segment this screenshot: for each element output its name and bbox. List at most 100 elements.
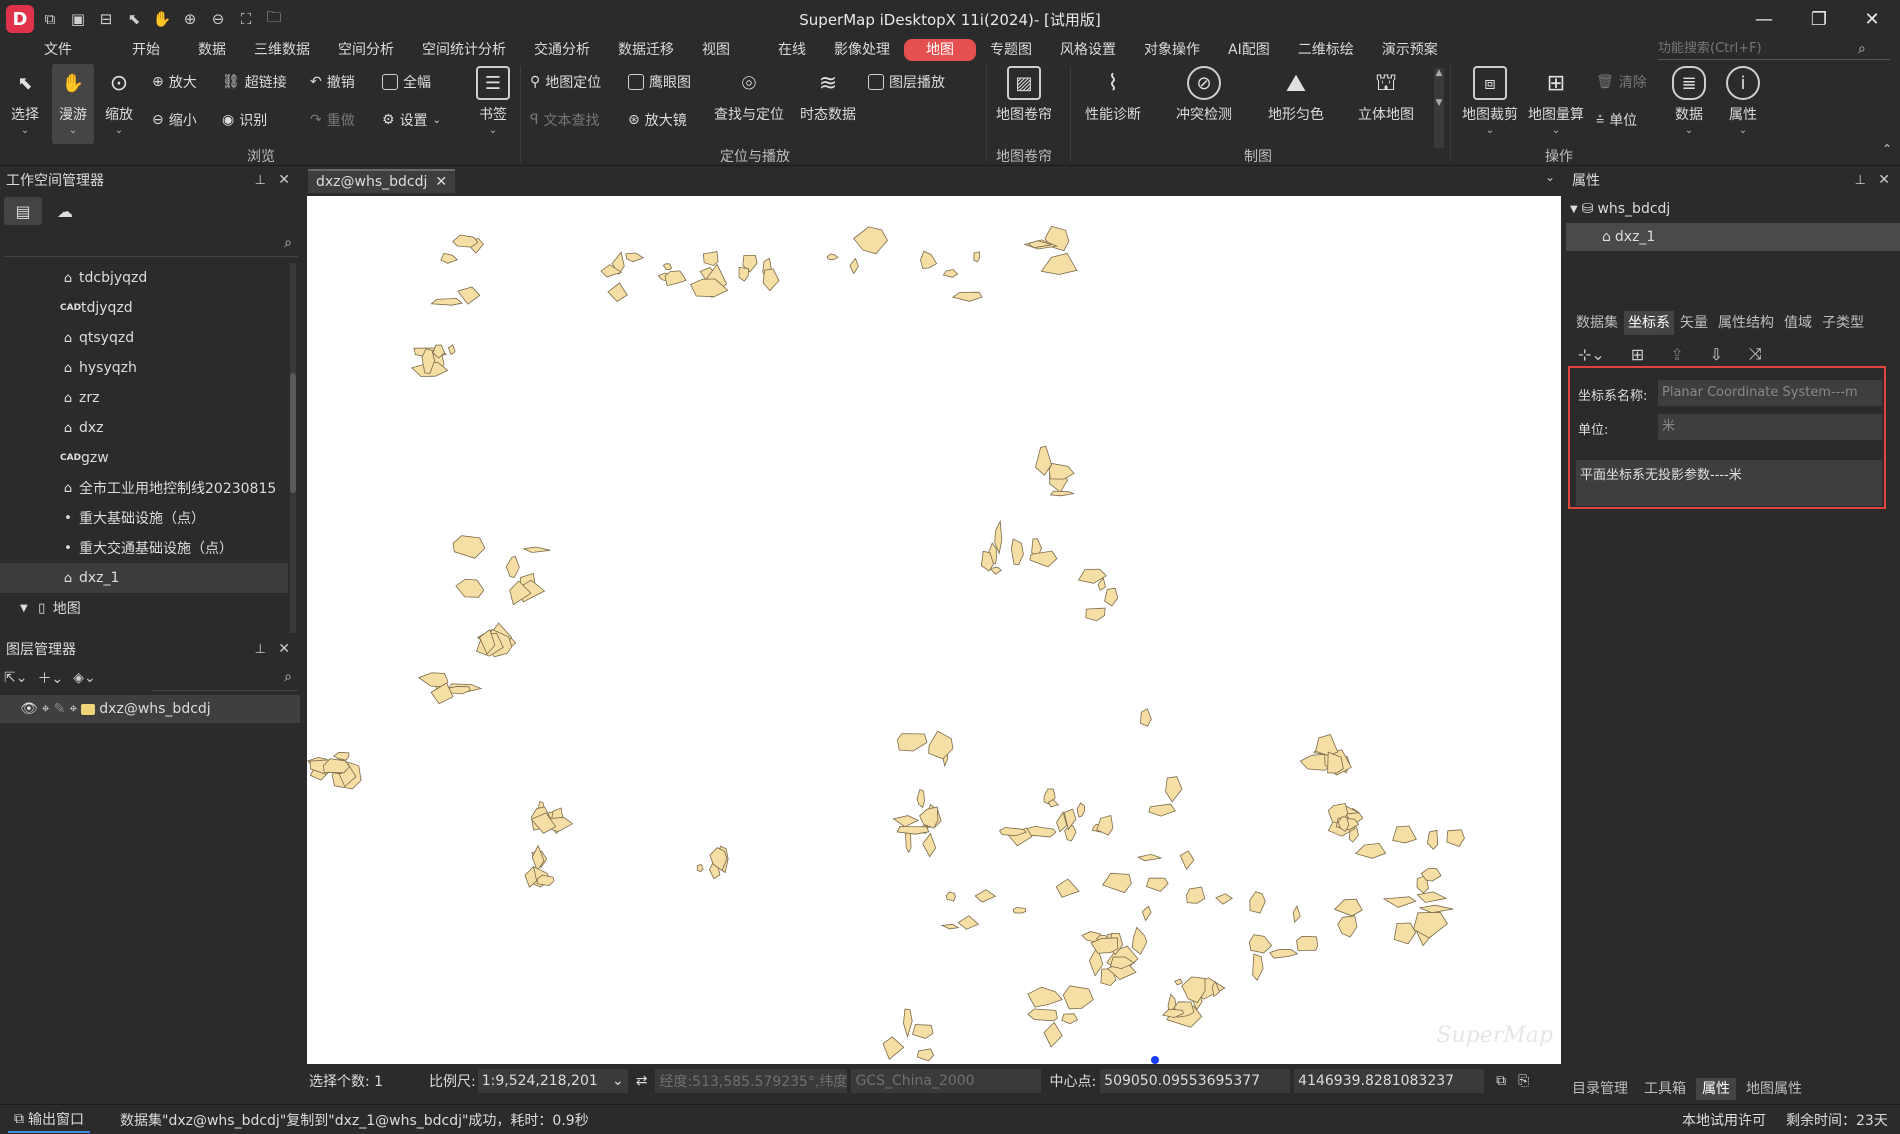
text-find-button[interactable]: ꟼ 文本查找 (530, 110, 599, 130)
parcel-polygon[interactable] (951, 291, 983, 302)
unit-button[interactable]: ⩮ 单位 (1596, 110, 1637, 130)
menu-tab-spatial-stats[interactable]: 空间统计分析 (408, 39, 520, 61)
pin-icon[interactable]: ⊥ (255, 642, 266, 657)
menu-tab-map[interactable]: 地图 (904, 39, 976, 61)
identify-button[interactable]: ◉ 识别 (222, 110, 267, 130)
full-extent-icon[interactable]: ⛶ (234, 7, 258, 31)
parcel-polygon[interactable] (1139, 708, 1152, 727)
parcel-polygon[interactable] (892, 815, 920, 828)
search-icon[interactable]: ⌕ (284, 669, 292, 685)
parcel-polygon[interactable] (1027, 1008, 1058, 1022)
menu-tab-start[interactable]: 开始 (118, 39, 174, 61)
center-y-input[interactable]: 4146939.8281083237 (1294, 1069, 1485, 1093)
parcel-polygon[interactable] (1382, 896, 1417, 908)
scrollbar[interactable] (290, 263, 296, 633)
parcel-polygon[interactable] (1062, 985, 1094, 1010)
menu-tab-ai[interactable]: AI配图 (1214, 39, 1284, 61)
layer-play-button[interactable]: 图层播放 (868, 72, 945, 92)
parcel-polygon[interactable] (607, 282, 628, 303)
parcel-polygon[interactable] (1215, 893, 1233, 905)
tree-item[interactable]: ⌂ dxz (0, 413, 288, 443)
shuffle-icon[interactable]: ⤨ (1749, 344, 1762, 364)
document-tab[interactable]: dxz@whs_bdcdj ✕ (308, 169, 456, 193)
parcel-polygon[interactable] (1061, 1013, 1079, 1025)
parcel-polygon[interactable] (531, 844, 545, 872)
parcel-polygon[interactable] (447, 344, 456, 356)
map-scroll-button[interactable]: ▨ 地图卷帘 (996, 66, 1052, 124)
tree-item[interactable]: ▼ ▯ 地图 (0, 593, 288, 623)
pin-icon[interactable]: ⊥ (255, 173, 266, 188)
parcel-polygon[interactable] (849, 257, 859, 275)
zoom-out-button[interactable]: ⊖ 缩小 (152, 110, 197, 130)
parcel-polygon[interactable] (853, 226, 888, 255)
zoom-in-icon[interactable]: ⊕ (178, 7, 202, 31)
parcel-polygon[interactable] (1252, 953, 1264, 982)
parcel-polygon[interactable] (1446, 829, 1465, 847)
parcel-polygon[interactable] (1085, 607, 1106, 622)
expand-triangle-icon[interactable]: ▼ (1570, 204, 1578, 215)
parcel-polygon[interactable] (989, 566, 1002, 575)
parcel-polygon[interactable] (1048, 463, 1075, 480)
parcel-polygon[interactable] (1027, 986, 1063, 1008)
dock-tab[interactable]: 地图属性 (1740, 1078, 1808, 1100)
properties-tab[interactable]: 属性结构 (1714, 311, 1778, 335)
tree-item[interactable]: ⌂ tdcbjyqzd (0, 263, 288, 293)
visibility-eye-icon[interactable]: 👁 (20, 701, 38, 717)
tree-item[interactable]: ⌂ hysyqzh (0, 353, 288, 383)
parcel-polygon[interactable] (826, 253, 839, 261)
parcel-polygon[interactable] (430, 297, 463, 306)
properties-tab[interactable]: 值域 (1780, 311, 1816, 335)
snap-icon[interactable]: ⌖ (69, 701, 77, 717)
close-icon[interactable]: ✕ (278, 172, 290, 188)
tree-item[interactable]: • 重大交通基础设施（点） (0, 533, 288, 563)
unit-field[interactable]: 米 (1658, 414, 1882, 440)
menu-tab-spatial-analysis[interactable]: 空间分析 (324, 39, 408, 61)
properties-tab[interactable]: 矢量 (1676, 311, 1712, 335)
workspace-search[interactable]: ⌕ (4, 231, 298, 257)
attributes-button[interactable]: i 属性 ⌄ (1726, 66, 1760, 136)
tree-item[interactable]: CAD gzw (0, 443, 288, 473)
pan-button[interactable]: ✋ 漫游 ⌄ (52, 64, 94, 144)
parcel-polygon[interactable] (1337, 915, 1358, 938)
close-icon[interactable]: ✕ (1878, 172, 1890, 188)
layer-row[interactable]: 👁 ⌖ ✎ ⌖ dxz@whs_bdcdj (0, 695, 300, 723)
collapse-ribbon-icon[interactable]: ⌃ (1882, 142, 1892, 156)
terrain-color-button[interactable]: ⛰ 地形匀色 (1268, 66, 1324, 124)
parcel-polygon[interactable] (1104, 587, 1119, 607)
parcel-polygon[interactable] (1249, 891, 1266, 914)
parcel-polygon[interactable] (1145, 877, 1169, 892)
parcel-polygon[interactable] (945, 891, 956, 902)
zoom-in-button[interactable]: ⊕ 放大 (152, 72, 197, 92)
tree-item[interactable]: ⌂ zrz (0, 383, 288, 413)
close-icon[interactable]: ✕ (278, 641, 290, 657)
map-measure-button[interactable]: ⊞ 地图量算 ⌄ (1528, 66, 1584, 137)
redo-button[interactable]: ↷ 重做 (310, 110, 355, 130)
parcel-polygon[interactable] (452, 535, 486, 559)
scrollbar-thumb[interactable] (290, 373, 296, 493)
parcel-polygon[interactable] (928, 730, 954, 760)
parcel-polygon[interactable] (1064, 825, 1077, 842)
open-folder-icon[interactable]: 🗀 (262, 7, 286, 31)
menu-tab-plotting[interactable]: 二维标绘 (1284, 39, 1368, 61)
properties-tab[interactable]: 数据集 (1572, 311, 1622, 335)
close-workspace-icon[interactable]: ⊟ (94, 7, 118, 31)
parcel-polygon[interactable] (973, 251, 981, 263)
close-tab-icon[interactable]: ✕ (435, 174, 447, 190)
dock-tab[interactable]: 属性 (1696, 1078, 1736, 1100)
parcel-polygon[interactable] (662, 263, 673, 271)
menu-tab-style[interactable]: 风格设置 (1046, 39, 1130, 61)
layer-stack-icon[interactable]: ◈⌄ (73, 670, 96, 686)
parcel-polygon[interactable] (957, 915, 980, 930)
zoom-out-icon[interactable]: ⊖ (206, 7, 230, 31)
tree-item[interactable]: ⌂ 全市工业用地控制线20230815 (0, 473, 288, 503)
parcel-polygon[interactable] (625, 252, 645, 263)
parcel-polygon[interactable] (919, 806, 939, 829)
search-icon[interactable]: ⌕ (284, 235, 292, 251)
select-button[interactable]: ⬉ 选择 ⌄ (8, 66, 42, 137)
map-features[interactable] (307, 196, 1561, 1064)
map-clip-button[interactable]: ⧈ 地图裁剪 ⌄ (1462, 66, 1518, 136)
copy-icon[interactable]: ⧉ (1496, 1073, 1506, 1089)
maximize-button[interactable]: ❐ (1797, 4, 1841, 34)
parcel-polygon[interactable] (455, 578, 485, 598)
parcel-polygon[interactable] (1049, 490, 1075, 497)
